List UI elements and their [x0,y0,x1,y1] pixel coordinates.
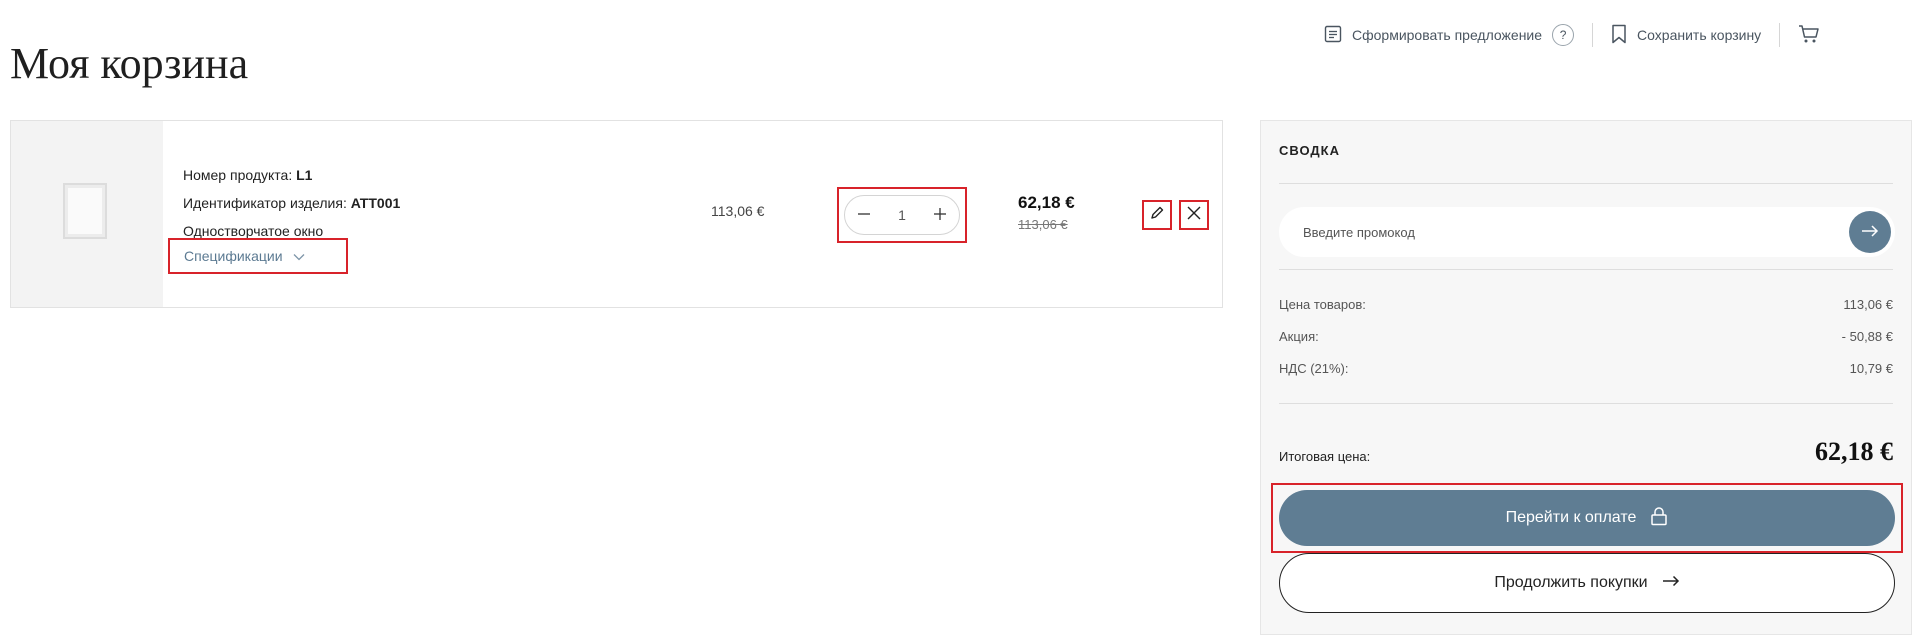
chevron-down-icon [293,248,305,264]
unit-price: 113,06 € [711,203,765,219]
cart-button[interactable] [1798,24,1820,47]
arrow-right-icon [1662,574,1680,592]
save-cart-button[interactable]: Сохранить корзину [1611,24,1761,47]
total-value: 62,18 € [1815,437,1893,466]
summary-line-label: Акция: [1279,329,1319,344]
specifications-label: Спецификации [184,248,283,264]
continue-shopping-label: Продолжить покупки [1494,574,1648,591]
current-price: 62,18 € [1018,193,1075,212]
arrow-right-icon [1861,224,1879,241]
summary-line-value: 10,79 € [1849,361,1893,376]
summary-line-label: Цена товаров: [1279,297,1366,312]
checkout-button-frame: Перейти к оплате [1271,483,1903,553]
product-number-label: Номер продукта: [183,167,297,183]
quantity-value[interactable]: 1 [898,207,906,223]
product-info: Номер продукта: L1 Идентификатор изделия… [183,161,400,245]
summary-line-value: 113,06 € [1843,297,1893,312]
summary-title: СВОДКА [1279,143,1340,158]
summary-divider [1279,183,1893,184]
page-title: Моя корзина [10,39,249,89]
increase-quantity-button[interactable] [933,204,947,227]
toolbar-divider [1592,23,1594,47]
edit-button[interactable] [1142,200,1172,230]
promo-code-placeholder: Введите промокод [1303,224,1415,240]
cart-item-row: Номер продукта: L1 Идентификатор изделия… [10,120,1223,308]
decrease-quantity-button[interactable] [857,204,871,227]
total-label: Итоговая цена: [1279,449,1371,464]
create-offer-label: Сформировать предложение [1352,27,1543,43]
summary-line-value: - 50,88 € [1841,329,1893,344]
item-id-label: Идентификатор изделия: [183,195,351,211]
lock-icon [1650,506,1668,531]
order-summary-panel: СВОДКА Введите промокод Цена товаров: 11… [1260,120,1912,635]
item-id: Идентификатор изделия: ATT001 [183,189,400,217]
product-number: Номер продукта: L1 [183,161,400,189]
old-price: 113,06 € [1018,217,1068,232]
product-number-value: L1 [296,167,313,183]
bookmark-icon [1611,24,1627,47]
document-icon [1324,25,1342,46]
remove-item-button[interactable] [1179,200,1209,230]
checkout-label: Перейти к оплате [1505,509,1637,526]
item-id-value: ATT001 [350,195,401,211]
close-icon [1186,205,1202,226]
window-thumbnail-icon [63,183,107,239]
summary-divider [1279,403,1893,404]
apply-promo-button[interactable] [1849,211,1891,253]
summary-line-items-price: Цена товаров: 113,06 € [1279,297,1893,312]
summary-divider [1279,269,1893,270]
continue-shopping-button[interactable]: Продолжить покупки [1279,553,1895,613]
promo-code-field[interactable]: Введите промокод [1279,207,1895,257]
header-toolbar: Сформировать предложение ? Сохранить кор… [1324,20,1820,50]
create-offer-button[interactable]: Сформировать предложение ? [1324,24,1575,46]
product-thumbnail[interactable] [11,121,163,307]
cart-icon [1798,24,1820,47]
pencil-icon [1149,205,1165,226]
summary-line-label: НДС (21%): [1279,361,1349,376]
help-icon[interactable]: ? [1552,24,1575,46]
toolbar-divider [1779,23,1781,47]
specifications-toggle[interactable]: Спецификации [168,238,348,274]
quantity-stepper: 1 [837,187,967,243]
summary-line-vat: НДС (21%): 10,79 € [1279,361,1893,376]
save-cart-label: Сохранить корзину [1637,27,1762,43]
summary-line-promotion: Акция: - 50,88 € [1279,329,1893,344]
checkout-button[interactable]: Перейти к оплате [1279,490,1895,546]
